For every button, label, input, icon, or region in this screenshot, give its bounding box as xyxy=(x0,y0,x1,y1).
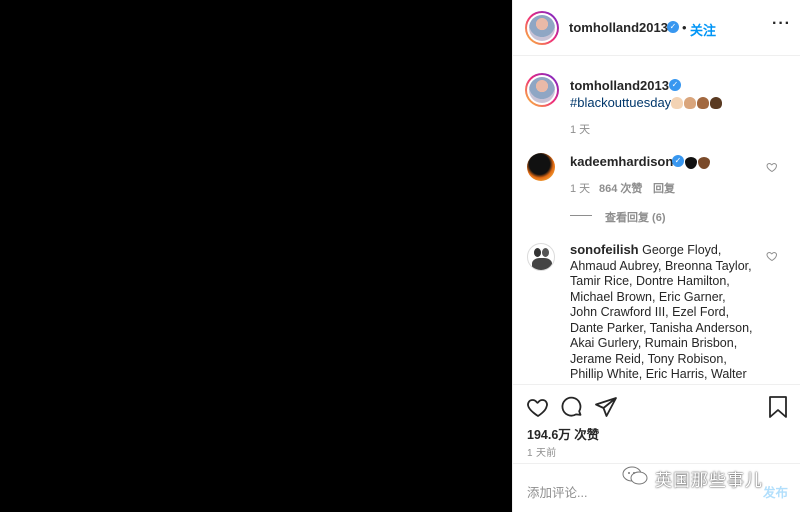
header-username[interactable]: tomholland2013 xyxy=(569,20,668,35)
verified-badge-icon: ✓ xyxy=(669,79,681,91)
view-replies-button[interactable]: 查看回复 (6) xyxy=(605,209,666,225)
raised-fist-medium-dark-emoji xyxy=(697,97,710,109)
follow-button[interactable]: 关注 xyxy=(690,20,716,39)
comment-username[interactable]: kadeemhardison xyxy=(570,154,673,169)
comment-time[interactable]: 1 天 xyxy=(570,180,590,196)
post-media[interactable] xyxy=(0,0,512,512)
comment-icon[interactable] xyxy=(560,395,584,419)
verified-badge-icon: ✓ xyxy=(667,21,679,33)
comment-text: George Floyd, Ahmaud Aubrey, Breonna Tay… xyxy=(570,243,753,381)
raised-fist-medium-light-emoji xyxy=(684,97,697,109)
comment-likes[interactable]: 864 次赞 xyxy=(599,180,642,196)
caption-time[interactable]: 1 天 xyxy=(570,121,590,137)
comment-like-heart-icon[interactable] xyxy=(766,250,778,262)
header-separator: • xyxy=(682,20,687,35)
comment-body: sonofeilish George Floyd, Ahmaud Aubrey,… xyxy=(570,242,756,383)
post-comment-button[interactable]: 发布 xyxy=(763,482,788,501)
share-icon[interactable] xyxy=(594,395,618,419)
black-heart-emoji xyxy=(685,157,697,169)
more-horizontal-icon[interactable]: ··· xyxy=(772,15,791,33)
watermark-text: 英国那些事儿 xyxy=(655,471,763,490)
comment-username[interactable]: sonofeilish xyxy=(570,242,639,257)
wechat-icon xyxy=(622,466,648,485)
post-side-panel: tomholland2013 ✓ • 关注 ··· tomholland2013… xyxy=(512,0,800,512)
reply-button[interactable]: 回复 xyxy=(653,180,675,196)
likes-count[interactable]: 194.6万 次赞 xyxy=(527,424,599,443)
author-avatar[interactable] xyxy=(525,11,559,45)
comments-list[interactable]: tomholland2013 ✓ #blackouttuesday 1 天 ka… xyxy=(513,57,800,384)
caption-avatar[interactable] xyxy=(525,73,559,107)
caption-text: #blackouttuesday xyxy=(570,94,723,112)
post-header: tomholland2013 ✓ • 关注 ··· xyxy=(513,0,800,56)
verified-badge-icon: ✓ xyxy=(672,155,684,167)
commenter-avatar[interactable] xyxy=(527,153,555,181)
comment-like-heart-icon[interactable] xyxy=(766,161,778,173)
post-timestamp[interactable]: 1 天前 xyxy=(527,444,557,459)
comment-text xyxy=(685,154,711,172)
replies-divider xyxy=(570,215,592,216)
brown-heart-emoji xyxy=(698,157,710,169)
bookmark-icon[interactable] xyxy=(767,395,789,419)
comment-input[interactable]: 添加评论... xyxy=(527,482,587,501)
caption-username[interactable]: tomholland2013 xyxy=(570,78,669,93)
caption-hashtag[interactable]: #blackouttuesday xyxy=(570,95,671,110)
commenter-avatar[interactable] xyxy=(527,243,555,271)
heart-icon[interactable] xyxy=(526,395,550,419)
raised-fist-dark-emoji xyxy=(710,97,723,109)
raised-fist-light-emoji xyxy=(671,97,684,109)
